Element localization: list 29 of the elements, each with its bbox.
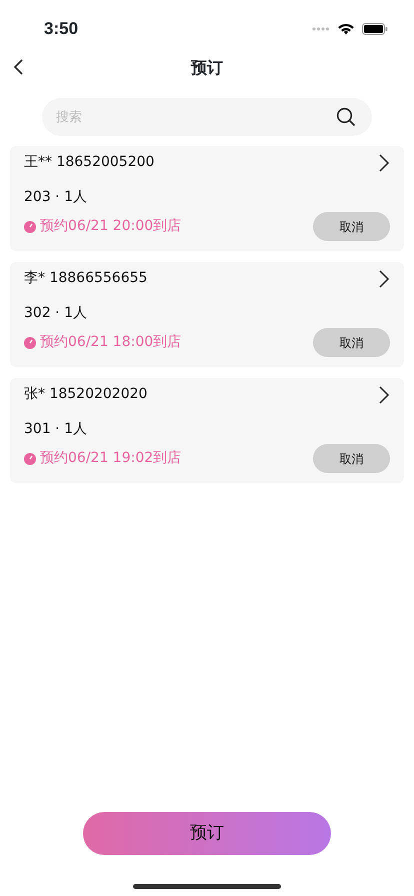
wifi-icon — [338, 23, 354, 35]
cancel-button[interactable]: 取消 — [313, 444, 390, 473]
customer-name: 李* 18866556655 — [24, 269, 148, 288]
room-guests: 203 · 1人 — [24, 188, 88, 207]
cancel-button[interactable]: 取消 — [313, 212, 390, 241]
booking-card[interactable]: 李* 18866556655 302 · 1人 预约06/21 18:00到店 取消 — [10, 262, 404, 367]
search-field[interactable]: 搜索 — [42, 98, 372, 136]
book-button[interactable]: 预订 — [83, 812, 331, 855]
search-icon[interactable] — [336, 107, 356, 127]
signal-icon — [312, 27, 330, 31]
chevron-right-icon[interactable] — [378, 152, 390, 172]
customer-name: 王** 18652005200 — [24, 153, 154, 172]
clock-icon — [24, 452, 36, 464]
room-guests: 301 · 1人 — [24, 420, 88, 439]
battery-icon — [362, 23, 388, 35]
customer-name: 张* 18520202020 — [24, 385, 148, 404]
appointment-time: 预约06/21 19:02到店 — [40, 449, 182, 468]
chevron-right-icon[interactable] — [378, 268, 390, 288]
chevron-right-icon[interactable] — [378, 384, 390, 404]
appointment-time: 预约06/21 18:00到店 — [40, 333, 182, 352]
page-title: 预订 — [191, 57, 223, 79]
room-guests: 302 · 1人 — [24, 304, 88, 323]
booking-card[interactable]: 张* 18520202020 301 · 1人 预约06/21 19:02到店 取消 — [10, 378, 404, 483]
booking-card[interactable]: 王** 18652005200 203 · 1人 预约06/21 20:00到店 取消 — [10, 146, 404, 251]
clock-icon — [24, 220, 36, 232]
appointment-time: 预约06/21 20:00到店 — [40, 217, 182, 236]
clock-icon — [24, 336, 36, 348]
cancel-button[interactable]: 取消 — [313, 328, 390, 357]
status-time: 3:50 — [44, 18, 78, 40]
